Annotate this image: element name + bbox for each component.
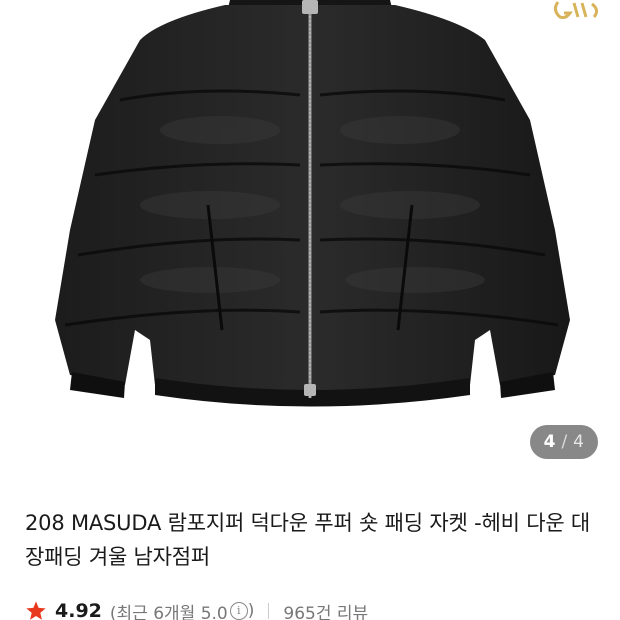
product-image	[55, 0, 570, 407]
recent-rating-close: )	[247, 601, 255, 620]
brand-logo-icon	[553, 1, 599, 19]
page-separator: /	[561, 432, 568, 452]
product-info-section: 208 MASUDA 람포지퍼 덕다운 푸퍼 숏 패딩 자켓 -헤비 다운 대장…	[0, 484, 620, 620]
info-icon[interactable]: i	[229, 602, 248, 620]
product-detail-page: 4 / 4 208 MASUDA 람포지퍼 덕다운 푸퍼 숏 패딩 자켓 -헤비…	[0, 0, 620, 620]
current-page-number: 4	[543, 432, 556, 452]
rating-score: 4.92	[55, 600, 102, 620]
divider	[268, 603, 270, 619]
image-page-indicator: 4 / 4	[529, 425, 598, 459]
total-page-number: 4	[573, 432, 584, 452]
review-count-link[interactable]: 965건 리뷰	[283, 599, 368, 620]
recent-rating-text: (최근 6개월 5.0	[109, 603, 228, 620]
product-title: 208 MASUDA 람포지퍼 덕다운 푸퍼 숏 패딩 자켓 -헤비 다운 대장…	[25, 511, 591, 569]
product-image-gallery[interactable]: 4 / 4	[0, 0, 620, 484]
star-icon	[26, 601, 46, 620]
rating-row[interactable]: 4.92 (최근 6개월 5.0 i ) 965건 리뷰	[25, 596, 368, 620]
